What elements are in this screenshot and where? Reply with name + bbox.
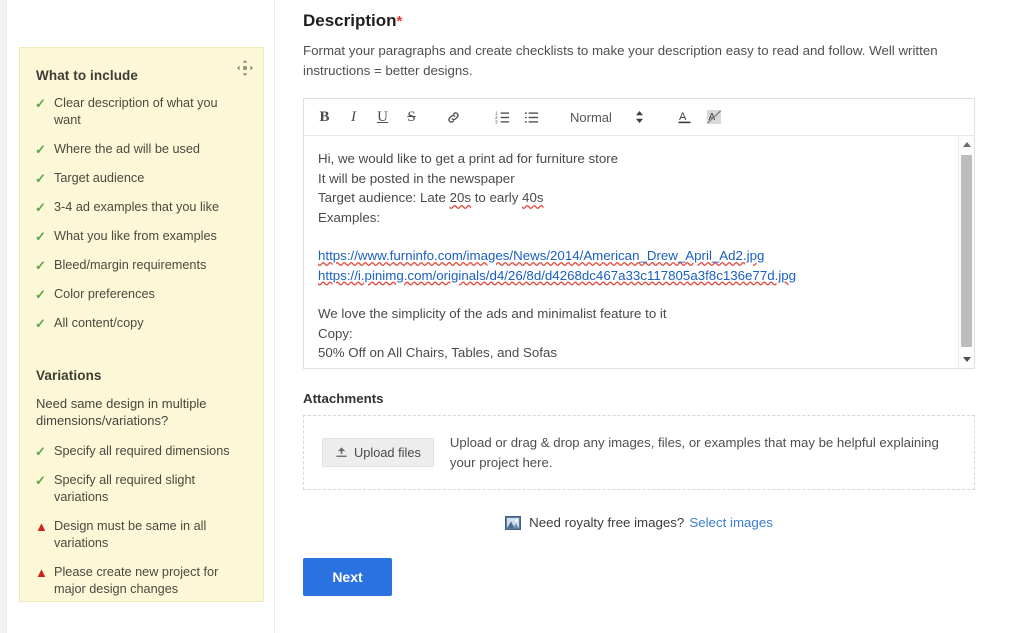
tips-variations-list: ✓ Specify all required dimensions ✓ Spec… [34,443,247,598]
tips-include-heading: What to include [36,68,138,83]
check-icon: ✓ [35,96,46,111]
list-item: ✓ Where the ad will be used [34,141,247,158]
list-item-label: Please create new project for major desi… [54,565,219,596]
list-item-label: Clear description of what you want [54,96,218,127]
description-editor: B I U S 1 2 3 Normal A A Hi, we would li… [303,98,975,369]
list-item: ✓ Specify all required dimensions [34,443,247,460]
left-gutter [0,0,7,633]
underline-button[interactable]: U [369,104,396,130]
strikethrough-button[interactable]: S [398,104,425,130]
image-icon [505,515,522,530]
list-item: ✓ What you like from examples [34,228,247,245]
stepper-up-down-icon[interactable] [629,105,651,129]
italic-button[interactable]: I [340,104,367,130]
list-item: ✓ Specify all required slight variations [34,472,247,506]
list-item: ✓ Target audience [34,170,247,187]
misspelled-word: 20s [449,190,472,205]
check-icon: ✓ [35,258,46,273]
list-item-label: Color preferences [54,287,155,301]
move-icon[interactable] [236,59,254,77]
list-item-label: Specify all required dimensions [54,444,230,458]
svg-text:3: 3 [495,119,498,124]
editor-scrollbar[interactable] [958,136,974,368]
attachments-dropzone[interactable]: Upload files Upload or drag & drop any i… [303,415,975,490]
check-icon: ✓ [35,171,46,186]
column-divider [274,0,275,633]
list-item-label: What you like from examples [54,229,217,243]
upload-files-button[interactable]: Upload files [322,438,434,467]
editor-line: Copy: [318,325,353,341]
svg-text:A: A [679,111,687,123]
list-item: ✓ Color preferences [34,286,247,303]
list-item-label: All content/copy [54,316,144,330]
link-icon[interactable] [440,104,467,130]
scroll-up-arrow-icon[interactable] [959,137,974,152]
check-icon: ✓ [35,473,46,488]
list-item: ✓ Bleed/margin requirements [34,257,247,274]
editor-link[interactable]: https://i.pinimg.com/originals/d4/26/8d/… [318,266,957,286]
editor-line: We love the simplicity of the ads and mi… [318,306,667,321]
bold-button[interactable]: B [311,104,338,130]
list-item-label: 3-4 ad examples that you like [54,200,220,214]
list-item: ✓ Clear description of what you want [34,95,247,129]
check-icon: ✓ [35,229,46,244]
tips-variations-heading: Variations [36,368,102,383]
tips-variations-subtitle: Need same design in multiple dimensions/… [36,396,207,428]
royalty-images-row: Need royalty free images? Select images [303,515,975,530]
list-item: ▲ Design must be same in all variations [34,518,247,552]
list-item-label: Bleed/margin requirements [54,258,207,272]
tips-panel: What to include ✓ Clear description of w… [19,47,264,602]
attachments-title: Attachments [303,391,384,406]
editor-line: Target audience: Late 20s to early 40s [318,188,957,208]
editor-line: 50% Off on All Chairs, Tables, and Sofas [318,345,557,360]
list-item-label: Specify all required slight variations [54,473,196,504]
list-item-label: Where the ad will be used [54,142,200,156]
list-item: ✓ All content/copy [34,315,247,332]
page-root: What to include ✓ Clear description of w… [0,0,1024,633]
list-item: ▲ Please create new project for major de… [34,564,247,598]
list-item: ✓ 3-4 ad examples that you like [34,199,247,216]
tips-include-list: ✓ Clear description of what you want ✓ W… [34,95,247,332]
misspelled-word: 40s [522,190,544,205]
editor-line: Examples: [318,209,381,225]
editor-line: It will be posted in the newspaper [318,170,515,186]
royalty-images-text: Need royalty free images? [529,515,685,530]
select-images-link[interactable]: Select images [689,515,773,530]
editor-text: Target audience: Late [318,190,450,205]
scrollbar-thumb[interactable] [961,155,972,347]
check-icon: ✓ [35,287,46,302]
editor-content[interactable]: Hi, we would like to get a print ad for … [304,136,974,368]
editor-text: to early [471,190,523,205]
check-icon: ✓ [35,142,46,157]
check-icon: ✓ [35,200,46,215]
ordered-list-icon[interactable]: 1 2 3 [489,104,516,130]
text-color-icon[interactable]: A [672,104,699,130]
warning-icon: ▲ [35,565,48,580]
list-item-label: Target audience [54,171,145,185]
page-title: Description* [303,11,993,31]
editor-toolbar: B I U S 1 2 3 Normal A A [304,99,974,136]
section-description: Format your paragraphs and create checkl… [303,43,938,78]
check-icon: ✓ [35,444,46,459]
attachments-hint: Upload or drag & drop any images, files,… [449,434,939,470]
editor-line: Hi, we would like to get a print ad for … [318,151,619,166]
clear-formatting-icon[interactable]: A [701,104,728,130]
format-select[interactable]: Normal [566,110,616,125]
bullet-list-icon[interactable] [518,104,545,130]
scroll-down-arrow-icon[interactable] [959,352,974,367]
check-icon: ✓ [35,316,46,331]
editor-link[interactable]: https://www.furninfo.com/images/News/201… [318,246,957,266]
upload-icon [335,446,348,459]
main-content: Description* Format your paragraphs and … [303,0,993,596]
upload-files-label: Upload files [354,445,421,460]
list-item-label: Design must be same in all variations [54,519,207,550]
next-button[interactable]: Next [303,558,392,596]
required-marker: * [396,13,403,30]
page-title-text: Description [303,11,397,30]
warning-icon: ▲ [35,519,48,534]
